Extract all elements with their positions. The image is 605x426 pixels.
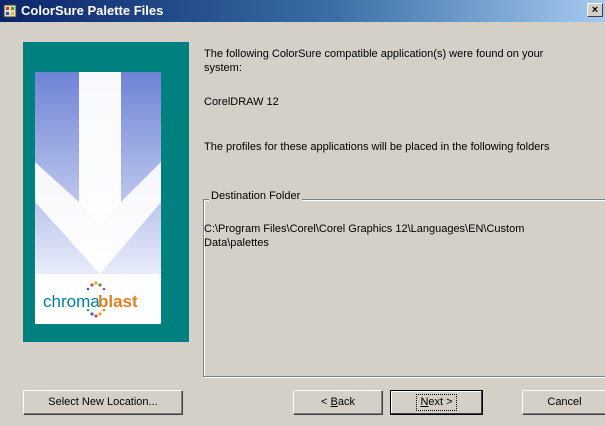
back-label-prefix: <: [321, 396, 331, 408]
next-button[interactable]: Next >: [390, 390, 483, 415]
back-button[interactable]: < Back: [293, 390, 383, 415]
back-label-key: B: [330, 396, 338, 408]
title-bar[interactable]: ColorSure Palette Files ×: [0, 0, 605, 22]
destination-path-line1: C:\Program Files\Corel\Corel Graphics 12…: [204, 223, 525, 235]
logo-text-left: chroma: [43, 292, 100, 311]
window-title: ColorSure Palette Files: [21, 3, 164, 18]
logo-text-right: blast: [98, 292, 138, 311]
apps-found-text-line2: system:: [204, 62, 242, 74]
select-new-location-button[interactable]: Select New Location...: [23, 390, 183, 415]
apps-found-text-line1: The following ColorSure compatible appli…: [204, 48, 544, 60]
back-label-rest: ack: [337, 396, 355, 408]
profiles-info-text: The profiles for these applications will…: [204, 141, 550, 153]
close-button[interactable]: ×: [587, 3, 603, 17]
destination-folder-legend: Destination Folder: [209, 190, 303, 202]
next-focus-rect: Next >: [416, 394, 457, 411]
close-icon: ×: [591, 4, 599, 16]
cancel-label: Cancel: [547, 396, 582, 408]
destination-path-line2: Data\palettes: [204, 237, 269, 249]
app-icon: [3, 4, 17, 18]
cancel-button[interactable]: Cancel: [522, 390, 605, 415]
next-label-rest: ext >: [428, 396, 453, 408]
banner-graphic: chroma blast: [23, 42, 189, 342]
chromablast-banner: chroma blast: [23, 42, 189, 342]
application-name: CorelDRAW 12: [204, 96, 279, 108]
select-new-location-label: Select New Location...: [48, 396, 158, 408]
